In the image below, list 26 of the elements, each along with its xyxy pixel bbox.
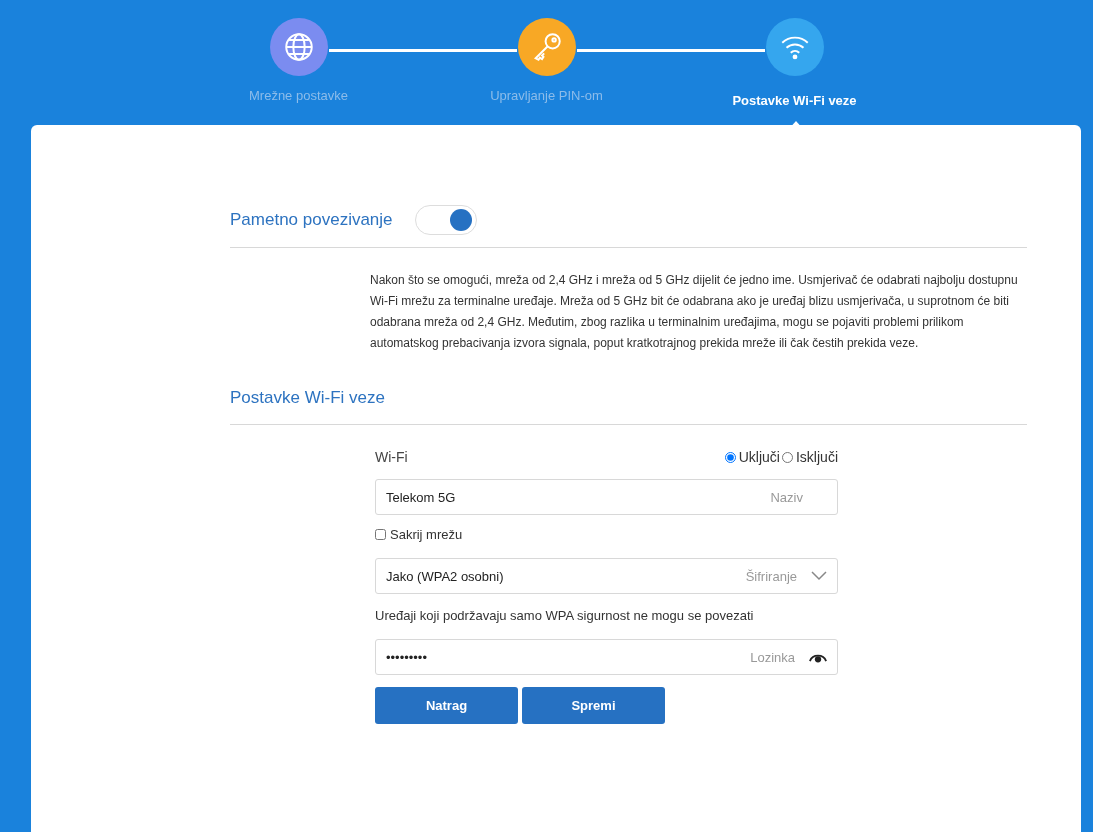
radio-label[interactable]: Isključi	[796, 449, 838, 465]
section-title: Postavke Wi-Fi veze	[230, 388, 385, 408]
step-label[interactable]: Postavke Wi-Fi veze	[732, 93, 857, 108]
password-field[interactable]: ••••••••• Lozinka	[375, 639, 838, 675]
field-value: Jako (WPA2 osobni)	[386, 568, 504, 584]
action-button[interactable]: Spremi	[522, 687, 665, 724]
toggle-switch[interactable]	[414, 205, 477, 235]
checkbox[interactable]	[375, 529, 386, 540]
field-hint: Lozinka	[750, 649, 795, 665]
field-label: Wi-Fi	[375, 449, 408, 465]
field-hint: Naziv	[770, 489, 803, 505]
description-text: Nakon što se omogući, mreža od 2,4 GHz i mreža od 5 GHz dijelit će jedno ime. Usmjerivač će odabrati najbolju dostupnu Wi-Fi mrežu za terminalne uređaje. Mreža od 5 GHz bit će odabrana ako je uređaj blizu usmjerivača, u suprotnom će biti odabrana mreža od 2,4 GHz. Međutim, zbog razlika u terminalnim uređajima, mogu se pojaviti problemi prilikom automatskog prebacivanja izvora signala, poput kratkotrajnog prekida mreže ili čak čestih prekida veze.	[370, 272, 1019, 352]
radio-button[interactable]	[782, 451, 793, 463]
radio-label[interactable]: Uključi	[738, 449, 780, 465]
action-button[interactable]: Natrag	[375, 687, 518, 724]
checkbox-label[interactable]: Sakrij mrežu	[390, 527, 463, 542]
field-value: Telekom 5G	[386, 489, 456, 505]
encryption-dropdown[interactable]: Jako (WPA2 osobni) Šifriranje	[375, 558, 838, 594]
radio-button[interactable]	[724, 451, 736, 463]
key-icon[interactable]	[517, 18, 576, 76]
note-text: Uređaji koji podržavaju samo WPA sigurnost ne mogu se povezati	[375, 608, 755, 623]
section-title: Pametno povezivanje	[230, 210, 393, 230]
chevron-down-icon[interactable]	[811, 571, 827, 581]
field-value: •••••••••	[386, 649, 427, 665]
name-field[interactable]: Telekom 5G Naziv	[375, 479, 838, 515]
field-hint: Šifriranje	[745, 568, 797, 584]
